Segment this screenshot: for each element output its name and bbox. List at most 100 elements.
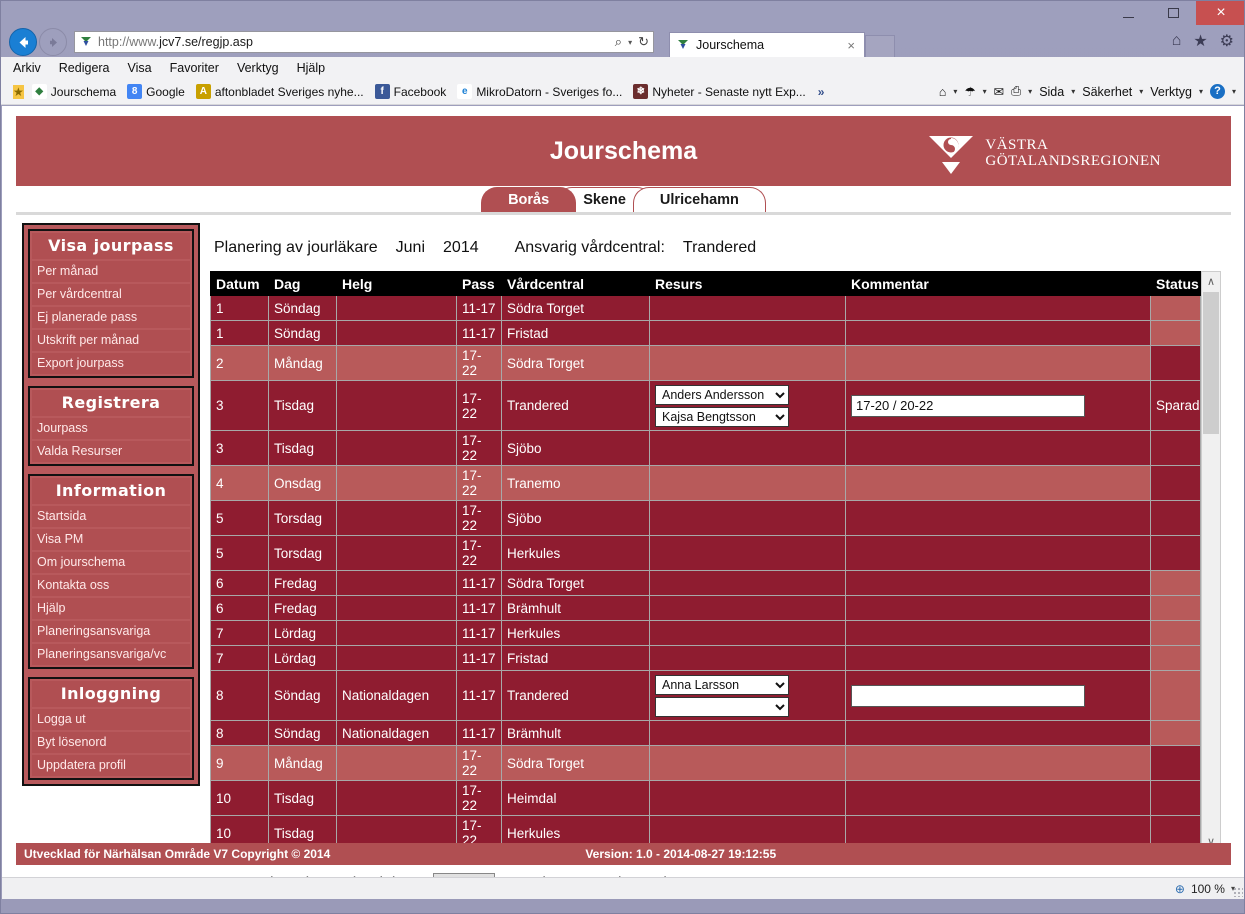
cell-datum: 5 bbox=[210, 500, 269, 536]
address-bar[interactable]: http://www.jcv7.se/regjp.asp ⌕ ▾ ↻ bbox=[74, 31, 654, 53]
sidebar-item-byt-losenord[interactable]: Byt lösenord bbox=[32, 732, 190, 753]
table-row: 3 Tisdag 17-22 Trandered Anders Andersson Kaj… bbox=[210, 380, 1201, 431]
sidebar-item-uppdatera-profil[interactable]: Uppdatera profil bbox=[32, 755, 190, 776]
sidebar-group-title: Information bbox=[32, 478, 190, 504]
cell-resurs: Anders Andersson Kajsa Bengtsson bbox=[649, 380, 846, 431]
back-button[interactable] bbox=[9, 28, 37, 56]
sidebar-item-per-vardcentral[interactable]: Per vårdcentral bbox=[32, 284, 190, 305]
kommentar-input[interactable] bbox=[851, 684, 1085, 707]
cell-kommentar bbox=[845, 780, 1151, 816]
resurs-select-1[interactable]: Anders Andersson bbox=[655, 384, 789, 405]
favorites-star-icon[interactable]: ★ bbox=[1193, 31, 1207, 51]
tools-menu-label[interactable]: Verktyg bbox=[1150, 85, 1192, 99]
settings-gear-icon[interactable]: ⚙ bbox=[1220, 31, 1234, 51]
sidebar-item-om-jourschema[interactable]: Om jourschema bbox=[32, 552, 190, 573]
close-icon: × bbox=[1216, 4, 1226, 21]
refresh-icon[interactable]: ↻ bbox=[638, 34, 649, 50]
menu-item-verktyg[interactable]: Verktyg bbox=[237, 61, 279, 75]
resurs-select-2[interactable]: Kajsa Bengtsson bbox=[655, 406, 789, 427]
favorite-nyheter[interactable]: ❄ Nyheter - Senaste nytt Exp... bbox=[630, 84, 808, 99]
favorite-jourschema[interactable]: ◆ Jourschema bbox=[29, 84, 119, 99]
sidebar-item-export-jourpass[interactable]: Export jourpass bbox=[32, 353, 190, 374]
menu-item-redigera[interactable]: Redigera bbox=[59, 61, 110, 75]
cell-datum: 4 bbox=[210, 465, 269, 501]
favorites-overflow-icon[interactable]: » bbox=[818, 85, 825, 99]
sidebar-item-planeringsansvariga-vc[interactable]: Planeringsansvariga/vc bbox=[32, 644, 190, 665]
chevron-down-icon[interactable]: ▾ bbox=[983, 87, 987, 96]
sidebar-item-valda-resurser[interactable]: Valda Resurser bbox=[32, 441, 190, 462]
resurs-select-2[interactable] bbox=[655, 696, 789, 717]
page-menu-label[interactable]: Sida bbox=[1039, 85, 1064, 99]
cell-status bbox=[1150, 320, 1201, 346]
favorite-label: Google bbox=[146, 84, 185, 99]
browser-tab-jourschema[interactable]: Jourschema × bbox=[669, 32, 865, 57]
add-favorite-star-icon[interactable]: ★ bbox=[13, 84, 24, 99]
kommentar-input[interactable] bbox=[851, 394, 1085, 417]
back-arrow-icon bbox=[19, 36, 28, 48]
chevron-down-icon[interactable]: ▾ bbox=[1199, 87, 1203, 96]
tab-title: Jourschema bbox=[696, 38, 765, 52]
cell-vardcentral: Södra Torget bbox=[501, 345, 650, 381]
zoom-icon[interactable]: ⊕ bbox=[1175, 882, 1185, 896]
resurs-select-1[interactable]: Anna Larsson bbox=[655, 674, 789, 695]
favorite-facebook[interactable]: f Facebook bbox=[372, 84, 450, 99]
chevron-down-icon[interactable]: ▾ bbox=[1028, 87, 1032, 96]
tab-close-icon[interactable]: × bbox=[844, 38, 858, 53]
cell-kommentar bbox=[845, 535, 1151, 571]
resize-grip[interactable] bbox=[1233, 887, 1243, 897]
sidebar-item-startsida[interactable]: Startsida bbox=[32, 506, 190, 527]
tab-ulricehamn[interactable]: Ulricehamn bbox=[632, 187, 766, 212]
sidebar-item-per-manad[interactable]: Per månad bbox=[32, 261, 190, 282]
expressen-icon: ❄ bbox=[633, 84, 649, 99]
favorite-aftonbladet[interactable]: A aftonbladet Sveriges nyhe... bbox=[193, 84, 367, 99]
cell-vardcentral: Herkules bbox=[501, 535, 650, 571]
feeds-icon[interactable]: ☂ bbox=[964, 84, 975, 99]
sidebar-item-logga-ut[interactable]: Logga ut bbox=[32, 709, 190, 730]
home-icon[interactable]: ⌂ bbox=[1172, 32, 1182, 50]
scrollbar-thumb[interactable] bbox=[1203, 292, 1219, 434]
column-header-vardcentral: Vårdcentral bbox=[501, 271, 650, 296]
tab-boras[interactable]: Borås bbox=[481, 187, 577, 212]
chevron-down-icon[interactable]: ▾ bbox=[628, 38, 632, 47]
schedule-table: Datum Dag Helg Pass Vårdcentral Resurs K… bbox=[210, 271, 1201, 851]
forward-button[interactable] bbox=[39, 28, 67, 56]
menu-item-arkiv[interactable]: Arkiv bbox=[13, 61, 41, 75]
sidebar-item-planeringsansvariga[interactable]: Planeringsansvariga bbox=[32, 621, 190, 642]
new-tab-button[interactable] bbox=[865, 35, 895, 57]
menu-item-hjalp[interactable]: Hjälp bbox=[297, 61, 326, 75]
maximize-button[interactable] bbox=[1151, 1, 1196, 25]
print-icon[interactable]: ⎙ bbox=[1011, 84, 1021, 99]
cell-resurs bbox=[649, 320, 846, 346]
sidebar-item-visa-pm[interactable]: Visa PM bbox=[32, 529, 190, 550]
vgr-logo: VÄSTRA GÖTALANDSREGIONEN bbox=[927, 132, 1161, 176]
sidebar-item-kontakta-oss[interactable]: Kontakta oss bbox=[32, 575, 190, 596]
scroll-up-icon[interactable]: ∧ bbox=[1201, 272, 1221, 290]
cell-helg bbox=[336, 320, 457, 346]
table-row: 1 Söndag 11-17 Södra Torget bbox=[210, 295, 1201, 321]
cell-status bbox=[1150, 500, 1201, 536]
chevron-down-icon[interactable]: ▾ bbox=[1071, 87, 1075, 96]
cell-kommentar bbox=[845, 720, 1151, 746]
menu-item-visa[interactable]: Visa bbox=[128, 61, 152, 75]
favorite-label: Jourschema bbox=[50, 84, 117, 99]
chevron-down-icon[interactable]: ▾ bbox=[1139, 87, 1143, 96]
security-menu-label[interactable]: Säkerhet bbox=[1082, 85, 1132, 99]
table-vertical-scrollbar[interactable]: ∧ ∨ bbox=[1201, 271, 1221, 851]
menu-item-favoriter[interactable]: Favoriter bbox=[170, 61, 219, 75]
sidebar-item-jourpass[interactable]: Jourpass bbox=[32, 418, 190, 439]
sidebar-item-hjalp[interactable]: Hjälp bbox=[32, 598, 190, 619]
help-icon[interactable]: ? bbox=[1209, 84, 1225, 99]
sidebar-item-utskrift-per-manad[interactable]: Utskrift per månad bbox=[32, 330, 190, 351]
minimize-button[interactable] bbox=[1106, 1, 1151, 25]
close-button[interactable]: × bbox=[1196, 1, 1244, 25]
cell-vardcentral: Brämhult bbox=[501, 595, 650, 621]
mail-icon[interactable]: ✉ bbox=[994, 84, 1004, 99]
favorite-google[interactable]: 8 Google bbox=[124, 84, 188, 99]
column-header-datum: Datum bbox=[210, 271, 269, 296]
sidebar-item-ej-planerade-pass[interactable]: Ej planerade pass bbox=[32, 307, 190, 328]
chevron-down-icon[interactable]: ▾ bbox=[1232, 87, 1236, 96]
favorite-mikrodatorn[interactable]: e MikroDatorn - Sveriges fo... bbox=[454, 84, 625, 99]
chevron-down-icon[interactable]: ▾ bbox=[953, 87, 957, 96]
home-icon[interactable]: ⌂ bbox=[939, 85, 947, 99]
search-icon[interactable]: ⌕ bbox=[615, 34, 622, 50]
